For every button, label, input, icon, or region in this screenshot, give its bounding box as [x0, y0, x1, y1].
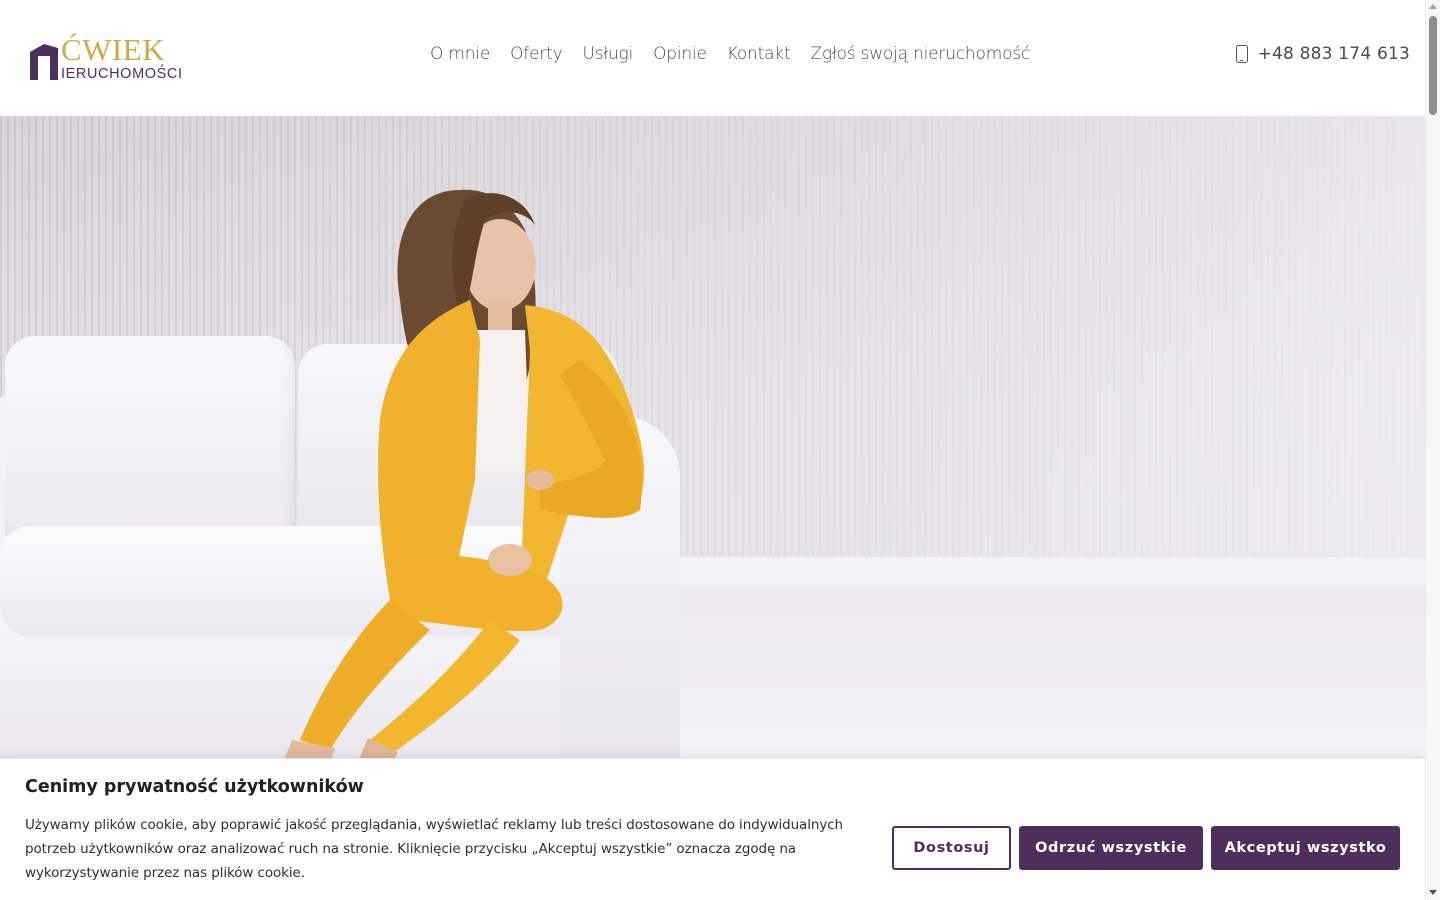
phone-number: +48 883 174 613 [1257, 44, 1410, 64]
nav-item-uslugi[interactable]: Usługi [582, 44, 633, 64]
main-nav: O mnie Oferty Usługi Opinie Kontakt Zgło… [430, 44, 1030, 64]
page-scrollbar[interactable] [1425, 0, 1440, 900]
scroll-up-arrow-icon[interactable] [1429, 4, 1437, 9]
logo-wordmark: ĆWIEK [61, 32, 166, 67]
cookie-description: Używamy plików cookie, aby poprawić jako… [25, 817, 843, 881]
logo-subtitle: IERUCHOMOŚCI [61, 66, 183, 82]
nav-item-kontakt[interactable]: Kontakt [727, 44, 791, 64]
scroll-down-arrow-icon[interactable] [1429, 890, 1437, 895]
nav-item-o-mnie[interactable]: O mnie [430, 44, 490, 64]
nav-item-opinie[interactable]: Opinie [653, 44, 707, 64]
nav-item-zglos-nieruchomosc[interactable]: Zgłoś swoją nieruchomość [810, 44, 1030, 64]
accept-all-button[interactable]: Akceptuj wszystko [1211, 826, 1400, 870]
phone-link[interactable]: +48 883 174 613 [1235, 44, 1410, 64]
scrollbar-thumb[interactable] [1429, 16, 1437, 115]
mobile-phone-icon [1235, 45, 1248, 63]
customize-button[interactable]: Dostosuj [892, 826, 1011, 870]
house-logo-icon [30, 44, 58, 80]
woman-in-yellow-suit [280, 189, 645, 770]
nav-item-oferty[interactable]: Oferty [510, 44, 563, 64]
cookie-consent-banner: Cenimy prywatność użytkowników Używamy p… [0, 758, 1425, 900]
hero-image [0, 116, 1425, 776]
site-header: ĆWIEK IERUCHOMOŚCI O mnie Oferty Usługi … [0, 0, 1425, 116]
reject-all-button[interactable]: Odrzuć wszystkie [1019, 826, 1203, 870]
cookie-title: Cenimy prywatność użytkowników [25, 777, 364, 797]
site-logo[interactable]: ĆWIEK IERUCHOMOŚCI [30, 32, 182, 86]
